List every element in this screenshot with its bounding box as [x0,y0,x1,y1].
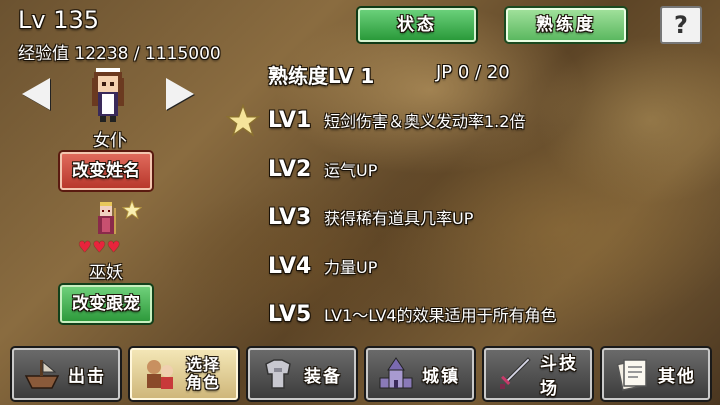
menu-arena-button[interactable]: 斗技场 [484,348,592,400]
proficiency-row-lv5: LV5 LV1〜LV4的效果适用于所有角色 [268,302,557,327]
lv-desc: 运气UP [324,161,378,180]
lv-tag: LV1 [268,108,312,133]
lv-desc: 获得稀有道具几率UP [324,209,474,228]
lv-tag: LV4 [268,254,312,279]
proficiency-row-lv2: LV2 运气UP [268,157,377,182]
menu-other-button[interactable]: 其他 [602,348,710,400]
menu-label: 城镇 [422,366,460,387]
lich-pet-sprite [98,202,116,234]
menu-town-button[interactable]: 城镇 [366,348,474,400]
help-button[interactable]: ? [660,6,702,44]
rename-button[interactable]: 改变姓名 [60,152,152,190]
proficiency-row-lv3: LV3 获得稀有道具几率UP [268,205,473,230]
menu-label: 装备 [304,366,342,387]
scroll-icon [616,359,647,391]
menu-select-character-button[interactable]: 选择 角色 [130,348,238,400]
menu-equipment-button[interactable]: 装备 [248,348,356,400]
menu-label-line1: 选择 [186,355,221,374]
character-name: 女仆 [93,131,127,151]
jp-points: JP 0 / 20 [436,62,510,83]
tab-proficiency[interactable]: 熟练度 [506,8,626,42]
sword-icon [500,357,531,389]
menu-sortie-button[interactable]: 出击 [12,348,120,400]
menu-label-line2: 角色 [186,373,221,392]
ship-icon [24,360,60,389]
lv-tag: LV5 [268,302,312,327]
pet-name: 巫妖 [89,263,123,283]
character-level: Lv 135 [18,6,100,34]
change-pet-button[interactable]: 改变跟宠 [60,285,152,323]
next-character-arrow-icon[interactable] [166,78,194,110]
lv1-unlocked-star-icon [226,104,260,137]
armor-icon [265,359,291,389]
menu-label-two-line: 选择 角色 [186,356,220,392]
menu-label: 其他 [658,366,696,387]
menu-label: 斗技场 [540,354,578,399]
tab-status[interactable]: 状态 [358,8,476,42]
character-exp: 经验值 12238 / 1115000 [18,44,221,64]
characters-icon [147,360,173,389]
proficiency-row-lv4: LV4 力量UP [268,254,377,279]
pet-hearts: ♥♥♥ [78,238,122,256]
lv-desc: 短剑伤害＆奥义发动率1.2倍 [324,112,526,131]
lv-desc: LV1〜LV4的效果适用于所有角色 [324,306,557,325]
lv-desc: 力量UP [324,258,378,277]
lv-tag: LV2 [268,157,312,182]
lv-tag: LV3 [268,205,312,230]
town-icon [379,357,413,389]
menu-label: 出击 [68,366,106,387]
prev-character-arrow-icon[interactable] [22,78,50,110]
pet-star-icon [122,200,142,220]
maid-character-sprite [92,68,124,122]
proficiency-level: 熟练度LV 1 [268,64,375,88]
proficiency-row-lv1: LV1 短剑伤害＆奥义发动率1.2倍 [268,108,525,133]
